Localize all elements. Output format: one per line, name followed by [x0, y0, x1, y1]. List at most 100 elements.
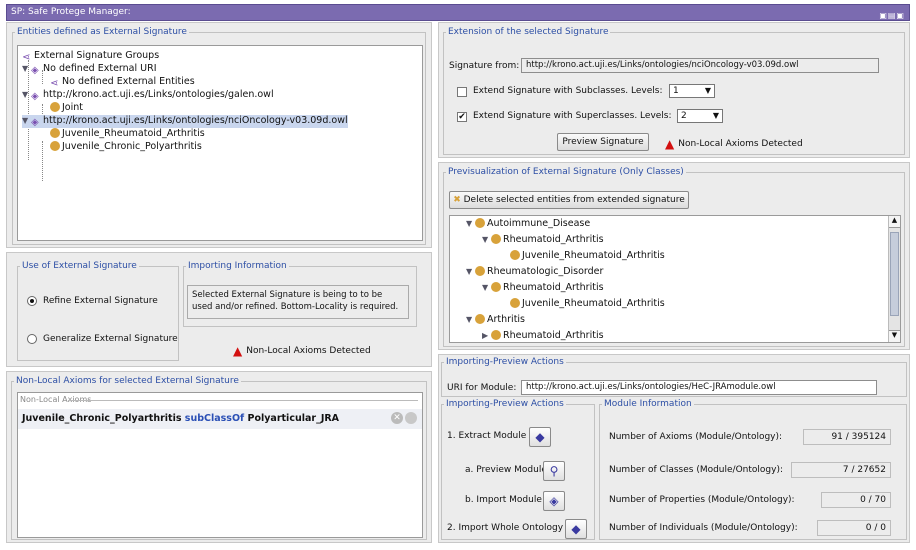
importing-info-text: Selected External Signature is being to … — [187, 285, 409, 319]
window-title: SP: Safe Protege Manager: — [11, 7, 131, 17]
axiom-row[interactable]: Juvenile_Chronic_Polyarthritis subClassO… — [18, 409, 422, 429]
signature-from-field: http://krono.act.uji.es/Links/ontologies… — [521, 58, 879, 73]
delete-icon: ✖ — [453, 195, 461, 205]
tree-jra[interactable]: Juvenile_Rheumatoid_Arthritis — [50, 128, 205, 140]
generalize-radio[interactable] — [27, 334, 37, 344]
scroll-up-icon[interactable]: ▲ — [889, 216, 900, 228]
axioms-value: 91 / 395124 — [803, 429, 891, 445]
classes-label: Number of Classes (Module/Ontology): — [609, 465, 783, 475]
previsualization-tree[interactable]: ▼ Autoimmune_Disease ▼ Rheumatoid_Arthriti… — [449, 215, 901, 343]
warning-icon: ▲ — [665, 137, 675, 151]
expand-icon[interactable]: ▶ — [482, 330, 491, 342]
nonlocal-axioms-list[interactable]: Non-Local Axioms Juvenile_Chronic_Polyar… — [17, 392, 423, 538]
expand-icon[interactable]: ▼ — [466, 314, 475, 326]
expand-icon[interactable]: ▼ — [466, 266, 475, 278]
classes-value: 7 / 27652 — [791, 462, 891, 478]
scroll-thumb[interactable] — [890, 232, 899, 316]
import-whole-label: 2. Import Whole Ontology — [447, 523, 564, 533]
tree-joint[interactable]: Joint — [50, 102, 83, 114]
tree-no-entities[interactable]: ⋖ No defined External Entities — [50, 76, 195, 89]
class-icon — [475, 266, 485, 276]
axioms-label: Number of Axioms (Module/Ontology): — [609, 432, 783, 442]
signature-group-icon: ⋖ — [50, 78, 59, 89]
dropdown-arrow-icon: ▼ — [712, 111, 719, 120]
expand-icon[interactable]: ▼ — [466, 218, 475, 230]
import-icon: ◈ — [549, 494, 559, 508]
ptree-jra-1[interactable]: Juvenile_Rheumatoid_Arthritis — [510, 250, 665, 262]
external-signature-tree[interactable]: ⋖ External Signature Groups ▼ ◈ No defined … — [17, 45, 423, 241]
superclasses-label: Extend Signature with Superclasses. Leve… — [473, 111, 672, 121]
ptree-ra-2[interactable]: ▼ Rheumatoid_Arthritis — [482, 282, 604, 294]
class-icon — [510, 298, 520, 308]
properties-label: Number of Properties (Module/Ontology): — [609, 495, 795, 505]
delete-entities-button[interactable]: ✖ Delete selected entities from extended… — [449, 191, 689, 209]
properties-value: 0 / 70 — [821, 492, 891, 508]
subclasses-checkbox[interactable] — [457, 87, 467, 97]
importing-preview-panel: Importing-Preview Actions URI for Module… — [438, 354, 910, 543]
class-icon — [491, 330, 501, 340]
dropdown-arrow-icon: ▼ — [704, 86, 711, 95]
class-icon — [510, 250, 520, 260]
preview-signature-button[interactable]: Preview Signature — [557, 133, 649, 151]
ptree-arthritis[interactable]: ▼ Arthritis — [466, 314, 525, 326]
signature-group-icon: ⋖ — [22, 52, 31, 63]
ptree-ra-1[interactable]: ▼ Rheumatoid_Arthritis — [482, 234, 604, 246]
left-top-panel: Entities defined as External Signature ⋖… — [6, 22, 432, 248]
ptree-jra-2[interactable]: Juvenile_Rheumatoid_Arthritis — [510, 298, 665, 310]
preview-module-label: a. Preview Module — [465, 465, 547, 475]
refine-label: Refine External Signature — [43, 296, 158, 306]
expand-icon[interactable]: ▼ — [482, 234, 491, 246]
signature-from-label: Signature from: — [449, 61, 520, 71]
preview-module-button[interactable]: ⚲ — [543, 461, 565, 481]
tree-galen-uri[interactable]: ▼ ◈ http://krono.act.uji.es/Links/ontologi… — [22, 89, 274, 102]
expand-icon[interactable]: ▼ — [22, 115, 31, 127]
individuals-label: Number of Individuals (Module/Ontology): — [609, 523, 798, 533]
entities-legend: Entities defined as External Signature — [17, 27, 187, 37]
import-whole-icon: ◆ — [571, 522, 581, 536]
window-titlebar[interactable]: SP: Safe Protege Manager: ▣▤▣ — [6, 4, 910, 21]
ptree-autoimmune[interactable]: ▼ Autoimmune_Disease — [466, 218, 590, 230]
use-signature-groupbox: Use of External Signature — [17, 261, 179, 361]
ptree-ra-3[interactable]: ▶ Rheumatoid_Arthritis — [482, 330, 604, 342]
previsualization-panel: Previsualization of External Signature (… — [438, 162, 910, 350]
extract-icon: ◆ — [535, 430, 545, 444]
scroll-down-icon[interactable]: ▼ — [889, 330, 900, 342]
uri-icon: ◈ — [31, 65, 39, 76]
expand-icon[interactable]: ▼ — [22, 63, 31, 75]
ptree-rheumatologic[interactable]: ▼ Rheumatologic_Disorder — [466, 266, 603, 278]
expand-icon[interactable]: ▼ — [482, 282, 491, 294]
extract-label: 1. Extract Module — [447, 431, 527, 441]
uri-module-label: URI for Module: — [447, 383, 517, 393]
warning-icon: ▲ — [233, 344, 243, 358]
import-module-label: b. Import Module — [465, 495, 542, 505]
refine-radio[interactable] — [27, 296, 37, 306]
extract-module-button[interactable]: ◆ — [529, 427, 551, 447]
class-icon — [491, 282, 501, 292]
uri-icon: ◈ — [31, 91, 39, 102]
tree-scrollbar[interactable]: ▲ ▼ — [888, 216, 900, 342]
tree-root[interactable]: ⋖ External Signature Groups — [22, 50, 159, 63]
superclasses-checkbox[interactable]: ✔ — [457, 112, 467, 122]
right-warning: ▲ Non-Local Axioms Detected — [665, 137, 803, 151]
subclasses-level-select[interactable]: 1 ▼ — [669, 84, 715, 98]
magnifier-icon: ⚲ — [549, 464, 559, 478]
info-axiom-icon[interactable] — [405, 412, 417, 424]
superclasses-level-select[interactable]: 2 ▼ — [677, 109, 723, 123]
left-bottom-panel: Non-Local Axioms for selected External S… — [6, 371, 432, 543]
delete-axiom-icon[interactable]: ✕ — [391, 412, 403, 424]
uri-module-field[interactable]: http://krono.act.uji.es/Links/ontologies… — [521, 380, 877, 395]
subclasses-label: Extend Signature with Subclasses. Levels… — [473, 86, 663, 96]
tree-jcp[interactable]: Juvenile_Chronic_Polyarthritis — [50, 141, 202, 153]
uri-icon: ◈ — [31, 117, 39, 128]
import-whole-button[interactable]: ◆ — [565, 519, 587, 539]
individuals-value: 0 / 0 — [817, 520, 891, 536]
window-controls[interactable]: ▣▤▣ — [879, 8, 905, 23]
import-module-button[interactable]: ◈ — [543, 491, 565, 511]
expand-icon[interactable]: ▼ — [22, 89, 31, 101]
extension-panel: Extension of the selected Signature Sign… — [438, 22, 910, 158]
class-icon — [491, 234, 501, 244]
class-icon — [50, 141, 60, 151]
tree-no-uri[interactable]: ▼ ◈ No defined External URI — [22, 63, 157, 76]
left-middle-panel: Use of External Signature Refine Externa… — [6, 252, 432, 367]
tree-nci-uri[interactable]: ▼ ◈ http://krono.act.uji.es/Links/ontologi… — [22, 115, 348, 128]
